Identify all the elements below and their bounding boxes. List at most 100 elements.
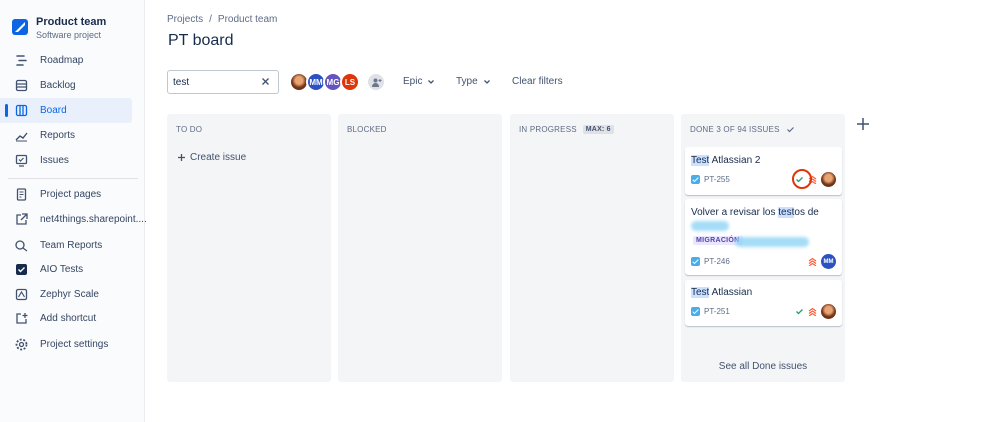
task-type-icon — [691, 175, 700, 184]
issue-title-text: Atlassian — [709, 287, 753, 298]
sidebar-item-team-reports[interactable]: Team Reports — [0, 233, 102, 258]
sidebar-item-project-settings[interactable]: Project settings — [0, 332, 108, 357]
priority-highest-icon — [808, 257, 817, 266]
column-todo: TO DO Create issue — [167, 114, 331, 382]
issue-card[interactable]: Test Atlassian 2 PT-255 — [685, 147, 842, 195]
sidebar-item-zephyr-scale[interactable]: Zephyr Scale — [0, 282, 99, 307]
pages-icon — [15, 188, 28, 201]
sidebar-item-sharepoint[interactable]: net4things.sharepoint.... — [0, 207, 147, 232]
project-header[interactable]: Product team Software project — [12, 15, 106, 41]
page-title: PT board — [168, 32, 234, 49]
add-column-button[interactable] — [853, 114, 873, 134]
wip-limit-badge: MAX: 6 — [582, 125, 614, 134]
zephyr-scale-icon — [15, 288, 28, 301]
breadcrumb-separator: / — [209, 14, 212, 25]
type-filter-button[interactable]: Type — [456, 76, 491, 87]
assignee-avatar[interactable]: MM — [821, 254, 836, 269]
column-title: BLOCKED — [347, 125, 387, 134]
column-title: TO DO — [176, 125, 203, 134]
create-issue-label: Create issue — [190, 152, 247, 163]
issue-title-text: os de — [794, 207, 819, 218]
sidebar-item-label: Reports — [40, 130, 76, 141]
column-blocked: BLOCKED — [338, 114, 502, 382]
sidebar: Product team Software project Roadmap Ba… — [0, 0, 147, 422]
assignee-avatar[interactable] — [821, 172, 836, 187]
column-header: IN PROGRESS MAX: 6 — [519, 125, 614, 134]
clear-search-icon[interactable] — [260, 76, 271, 87]
redacted-text — [735, 237, 809, 247]
column-done: DONE 3 OF 94 ISSUES Test Atlassian 2 PT-… — [681, 114, 845, 382]
avatar-ls[interactable]: LS — [340, 72, 360, 92]
issue-title: Test Atlassian — [691, 287, 752, 298]
avatar-filter-group: MM MG LS — [289, 72, 386, 92]
issue-meta: MM — [808, 254, 836, 269]
sidebar-item-issues[interactable]: Issues — [0, 148, 69, 173]
issue-key[interactable]: PT-251 — [704, 307, 730, 316]
sidebar-item-add-shortcut[interactable]: Add shortcut — [0, 306, 96, 331]
breadcrumb-product-team[interactable]: Product team — [218, 14, 277, 25]
sidebar-item-roadmap[interactable]: Roadmap — [0, 48, 83, 73]
create-issue-button[interactable]: Create issue — [177, 152, 246, 163]
issue-card[interactable]: Volver a revisar los testos de MIGRACIÓN… — [685, 199, 842, 275]
chevron-down-icon — [483, 79, 490, 84]
sidebar-item-label: Roadmap — [40, 55, 84, 66]
issue-title: Test Atlassian 2 — [691, 155, 761, 166]
priority-highest-icon — [808, 307, 817, 316]
search-highlight: Test — [691, 155, 710, 166]
board-icon — [15, 104, 28, 117]
sidebar-item-label: Issues — [40, 155, 69, 166]
sidebar-item-label: Board — [40, 105, 67, 116]
project-logo-icon — [12, 19, 28, 35]
assignee-avatar[interactable] — [821, 304, 836, 319]
task-type-icon — [691, 257, 700, 266]
issue-title: Volver a revisar los testos de — [691, 207, 819, 218]
column-title: DONE 3 OF 94 ISSUES — [690, 125, 780, 134]
sidebar-item-label: AIO Tests — [40, 264, 84, 275]
epic-filter-button[interactable]: Epic — [403, 76, 435, 87]
reports-icon — [15, 129, 28, 142]
sidebar-item-backlog[interactable]: Backlog — [0, 73, 76, 98]
sidebar-item-label: Project pages — [40, 189, 102, 200]
gear-icon — [15, 338, 28, 351]
issue-card[interactable]: Test Atlassian PT-251 — [685, 280, 842, 326]
add-people-button[interactable] — [366, 72, 386, 92]
issue-key[interactable]: PT-255 — [704, 175, 730, 184]
column-title: IN PROGRESS — [519, 125, 577, 134]
issue-footer: PT-255 — [691, 175, 730, 184]
sidebar-item-reports[interactable]: Reports — [0, 123, 75, 148]
sidebar-item-label: net4things.sharepoint.... — [40, 214, 147, 225]
search-input[interactable] — [173, 76, 259, 88]
sidebar-item-label: Backlog — [40, 80, 76, 91]
sidebar-item-board[interactable]: Board — [0, 98, 132, 123]
column-header: DONE 3 OF 94 ISSUES — [690, 125, 795, 134]
search-highlight: test — [778, 207, 795, 218]
done-check-icon — [786, 127, 794, 133]
sidebar-item-aio-tests[interactable]: AIO Tests — [0, 257, 83, 282]
breadcrumb-projects[interactable]: Projects — [167, 14, 203, 25]
sidebar-item-project-pages[interactable]: Project pages — [0, 182, 101, 207]
add-people-icon — [371, 78, 381, 87]
project-type: Software project — [36, 30, 102, 40]
search-highlight: Test — [691, 287, 710, 298]
issue-meta — [795, 304, 836, 319]
team-reports-icon — [15, 239, 28, 252]
redacted-text — [691, 221, 729, 231]
issues-icon — [15, 154, 28, 167]
breadcrumb: Projects / Product team — [167, 14, 277, 25]
sidebar-item-label: Add shortcut — [40, 313, 97, 324]
see-all-done-link[interactable]: See all Done issues — [681, 361, 845, 372]
add-shortcut-icon — [15, 312, 28, 325]
column-in-progress: IN PROGRESS MAX: 6 — [510, 114, 674, 382]
issue-title-text: Atlassian 2 — [709, 155, 761, 166]
highlight-circle-annotation — [792, 169, 812, 189]
clear-filters-button[interactable]: Clear filters — [512, 76, 563, 87]
resolved-check-icon — [796, 309, 803, 315]
project-name: Product team — [36, 16, 107, 28]
issue-footer: PT-246 — [691, 257, 730, 266]
chevron-down-icon — [428, 79, 435, 84]
roadmap-icon — [15, 54, 28, 67]
issue-footer: PT-251 — [691, 307, 730, 316]
sidebar-item-label: Project settings — [40, 339, 109, 350]
task-type-icon — [691, 307, 700, 316]
issue-key[interactable]: PT-246 — [704, 257, 730, 266]
